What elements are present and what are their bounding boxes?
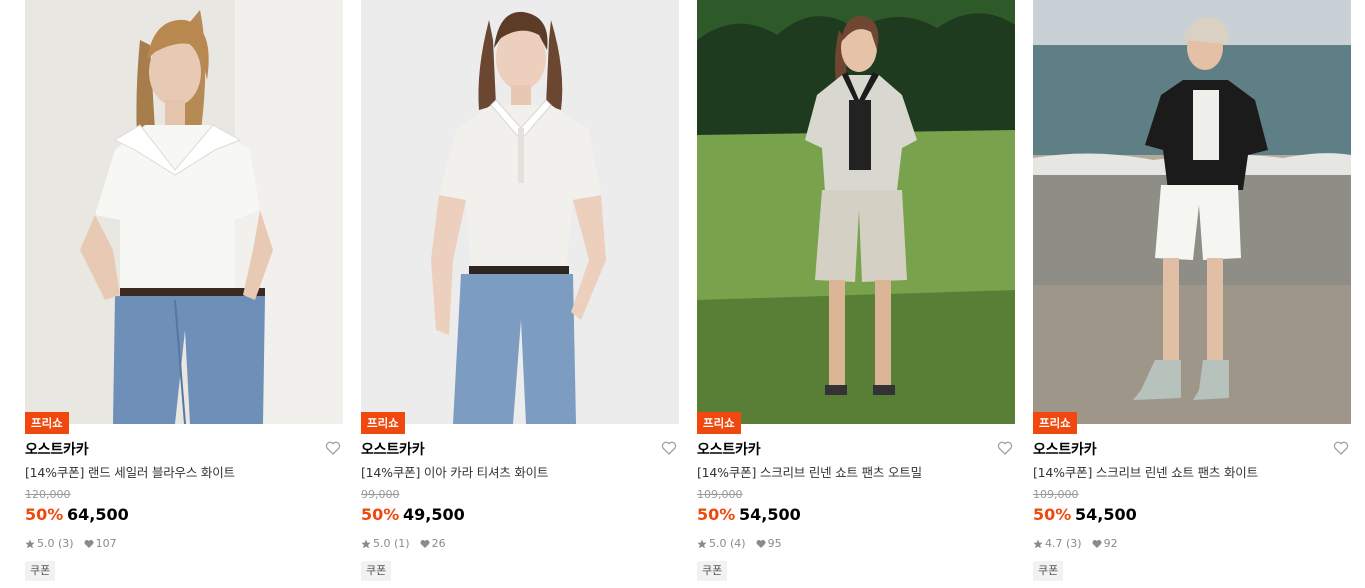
product-stats: 5.0 (3) 107 (25, 537, 117, 550)
original-price: 99,000 (361, 488, 400, 501)
heart-filled-icon (420, 539, 430, 548)
coupon-tag: 쿠폰 (1033, 561, 1064, 581)
sale-price: 64,500 (67, 505, 129, 524)
original-price: 109,000 (1033, 488, 1079, 501)
discount-rate: 50% (1033, 505, 1072, 524)
product-card[interactable]: 프리쇼 오스트카카 [14%쿠폰] 랜드 세일러 블라우스 화이트 120,00… (25, 0, 343, 588)
like-count: 92 (1103, 537, 1118, 550)
model-photo-beach-icon (1033, 0, 1351, 424)
rating-value: 5.0 (373, 537, 391, 550)
product-image[interactable] (1033, 0, 1351, 424)
sale-price: 54,500 (739, 505, 801, 524)
brand-name[interactable]: 오스트카카 (361, 439, 425, 459)
star-icon (25, 539, 35, 548)
product-title[interactable]: [14%쿠폰] 스크리브 린넨 쇼트 팬츠 오트밀 (697, 462, 922, 481)
model-photo-blouse-jeans-icon (25, 0, 343, 424)
coupon-tag: 쿠폰 (697, 561, 728, 581)
heart-icon[interactable] (661, 440, 677, 456)
product-title[interactable]: [14%쿠폰] 이아 카라 티셔츠 화이트 (361, 462, 548, 481)
rating-value: 4.7 (1045, 537, 1063, 550)
product-image[interactable] (361, 0, 679, 424)
star-icon (361, 539, 371, 548)
preshow-badge: 프리쇼 (1033, 412, 1077, 434)
heart-filled-icon (84, 539, 94, 548)
product-stats: 5.0 (4) 95 (697, 537, 782, 550)
product-card[interactable]: 프리쇼 오스트카카 [14%쿠폰] 이아 카라 티셔츠 화이트 99,000 5… (361, 0, 679, 588)
heart-filled-icon (756, 539, 766, 548)
original-price: 109,000 (697, 488, 743, 501)
review-count: (3) (1066, 537, 1082, 550)
product-grid: 프리쇼 오스트카카 [14%쿠폰] 랜드 세일러 블라우스 화이트 120,00… (25, 0, 1351, 588)
product-stats: 4.7 (3) 92 (1033, 537, 1118, 550)
brand-name[interactable]: 오스트카카 (1033, 439, 1097, 459)
sale-price: 54,500 (1075, 505, 1137, 524)
original-price: 120,000 (25, 488, 71, 501)
rating-value: 5.0 (709, 537, 727, 550)
heart-icon[interactable] (325, 440, 341, 456)
preshow-badge: 프리쇼 (697, 412, 741, 434)
coupon-tag: 쿠폰 (361, 561, 392, 581)
like-count: 95 (767, 537, 782, 550)
star-icon (697, 539, 707, 548)
brand-name[interactable]: 오스트카카 (25, 439, 89, 459)
like-count: 26 (431, 537, 446, 550)
heart-icon[interactable] (997, 440, 1013, 456)
review-count: (1) (394, 537, 410, 550)
star-icon (1033, 539, 1043, 548)
review-count: (3) (58, 537, 74, 550)
brand-name[interactable]: 오스트카카 (697, 439, 761, 459)
preshow-badge: 프리쇼 (361, 412, 405, 434)
product-image[interactable] (25, 0, 343, 424)
model-photo-collar-tee-icon (361, 0, 679, 424)
review-count: (4) (730, 537, 746, 550)
discount-rate: 50% (697, 505, 736, 524)
discount-rate: 50% (361, 505, 400, 524)
heart-icon[interactable] (1333, 440, 1349, 456)
discount-rate: 50% (25, 505, 64, 524)
like-count: 107 (95, 537, 117, 550)
product-title[interactable]: [14%쿠폰] 랜드 세일러 블라우스 화이트 (25, 462, 235, 481)
rating-value: 5.0 (37, 537, 55, 550)
heart-filled-icon (1092, 539, 1102, 548)
product-card[interactable]: 프리쇼 오스트카카 [14%쿠폰] 스크리브 린넨 쇼트 팬츠 오트밀 109,… (697, 0, 1015, 588)
model-photo-field-icon (697, 0, 1015, 424)
product-image[interactable] (697, 0, 1015, 424)
product-card[interactable]: 프리쇼 오스트카카 [14%쿠폰] 스크리브 린넨 쇼트 팬츠 화이트 109,… (1033, 0, 1351, 588)
product-stats: 5.0 (1) 26 (361, 537, 446, 550)
coupon-tag: 쿠폰 (25, 561, 56, 581)
sale-price: 49,500 (403, 505, 465, 524)
product-title[interactable]: [14%쿠폰] 스크리브 린넨 쇼트 팬츠 화이트 (1033, 462, 1258, 481)
preshow-badge: 프리쇼 (25, 412, 69, 434)
